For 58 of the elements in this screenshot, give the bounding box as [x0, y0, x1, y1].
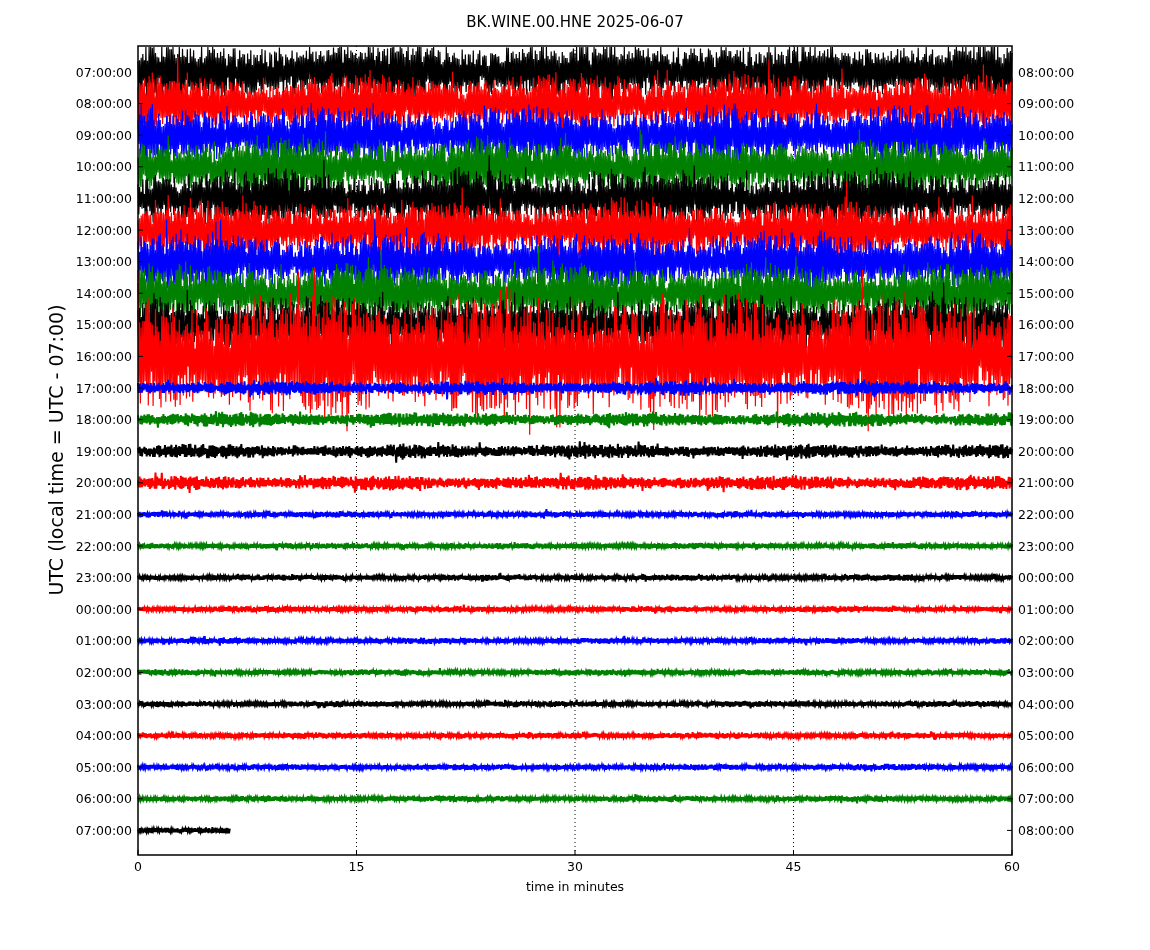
y-tick-label: 00:00:00 — [75, 601, 132, 617]
y-tick-label: 19:00:00 — [1018, 412, 1075, 428]
x-axis-label: time in minutes — [525, 879, 625, 894]
y-axis-label: UTC (local time = UTC - 07:00) — [45, 304, 67, 596]
plot-title: BK.WINE.00.HNE 2025-06-07 — [466, 13, 684, 31]
y-tick-label: 14:00:00 — [1018, 254, 1075, 270]
y-tick-label: 05:00:00 — [75, 759, 132, 775]
y-tick-label: 21:00:00 — [1018, 475, 1075, 491]
y-tick-label: 16:00:00 — [1018, 317, 1075, 333]
y-tick-label: 20:00:00 — [1018, 443, 1075, 459]
y-tick-label: 13:00:00 — [1018, 222, 1075, 238]
y-tick-label: 10:00:00 — [75, 159, 132, 175]
y-tick-label: 11:00:00 — [1018, 159, 1075, 175]
y-tick-label: 01:00:00 — [75, 633, 132, 649]
y-tick-label: 20:00:00 — [75, 475, 132, 491]
y-tick-label: 00:00:00 — [1018, 570, 1075, 586]
x-tick-label: 0 — [134, 859, 142, 874]
y-tick-label: 15:00:00 — [75, 317, 132, 333]
y-tick-label: 02:00:00 — [75, 664, 132, 680]
y-tick-label: 16:00:00 — [75, 348, 132, 364]
y-tick-label: 10:00:00 — [1018, 127, 1075, 143]
y-tick-label: 22:00:00 — [75, 538, 132, 554]
y-tick-label: 07:00:00 — [75, 64, 132, 80]
x-tick-label: 30 — [567, 859, 583, 874]
y-tick-label: 12:00:00 — [1018, 190, 1075, 206]
y-tick-label: 21:00:00 — [75, 506, 132, 522]
y-tick-label: 07:00:00 — [75, 822, 132, 838]
y-tick-label: 04:00:00 — [75, 728, 132, 744]
y-tick-label: 03:00:00 — [75, 696, 132, 712]
y-tick-label: 11:00:00 — [75, 190, 132, 206]
y-tick-label: 06:00:00 — [1018, 759, 1075, 775]
x-tick-label: 15 — [348, 859, 365, 874]
y-tick-label: 19:00:00 — [75, 443, 132, 459]
y-tick-label: 03:00:00 — [1018, 664, 1075, 680]
y-tick-label: 08:00:00 — [1018, 822, 1075, 838]
y-tick-label: 23:00:00 — [1018, 538, 1075, 554]
y-tick-label: 18:00:00 — [75, 412, 132, 428]
y-tick-label: 14:00:00 — [75, 285, 132, 301]
y-tick-label: 17:00:00 — [75, 380, 132, 396]
y-tick-label: 12:00:00 — [75, 222, 132, 238]
x-tick-label: 60 — [1004, 859, 1020, 874]
y-tick-label: 09:00:00 — [1018, 96, 1075, 112]
y-tick-label: 04:00:00 — [1018, 696, 1075, 712]
y-tick-label: 02:00:00 — [1018, 633, 1075, 649]
y-tick-label: 05:00:00 — [1018, 728, 1075, 744]
y-tick-label: 23:00:00 — [75, 570, 132, 586]
y-tick-label: 15:00:00 — [1018, 285, 1075, 301]
y-tick-label: 01:00:00 — [1018, 601, 1075, 617]
y-tick-label: 09:00:00 — [75, 127, 132, 143]
y-tick-label: 17:00:00 — [1018, 348, 1075, 364]
y-tick-label: 13:00:00 — [75, 254, 132, 270]
y-tick-label: 07:00:00 — [1018, 791, 1075, 807]
x-tick-label: 45 — [785, 859, 802, 874]
y-tick-label: 22:00:00 — [1018, 506, 1075, 522]
y-tick-label: 08:00:00 — [75, 96, 132, 112]
y-tick-label: 06:00:00 — [75, 791, 132, 807]
y-tick-label: 08:00:00 — [1018, 64, 1075, 80]
y-tick-label: 18:00:00 — [1018, 380, 1075, 396]
